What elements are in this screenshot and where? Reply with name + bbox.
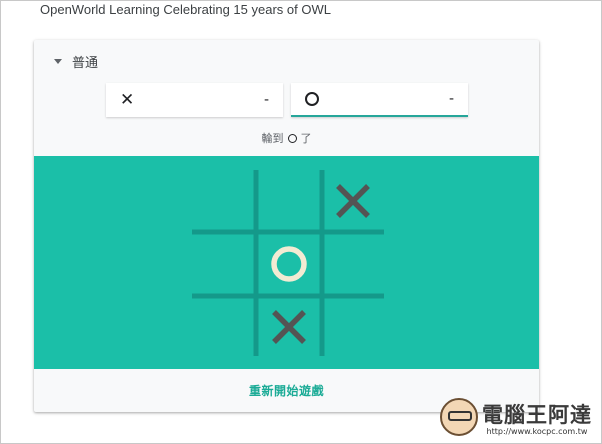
board-cell-0-2-x[interactable] <box>325 173 381 229</box>
board-cell-2-1-x[interactable] <box>261 299 317 355</box>
board-cell-2-0[interactable] <box>197 299 253 355</box>
difficulty-dropdown[interactable]: 普通 <box>54 52 99 71</box>
o-icon <box>305 92 319 106</box>
turn-prefix: 輪到 <box>261 132 284 145</box>
turn-indicator: 輪到 了 <box>34 130 539 146</box>
player-x-score: - <box>263 92 269 108</box>
turn-suffix: 了 <box>300 132 312 145</box>
game-board-area <box>34 156 539 369</box>
mascot-face-icon <box>440 398 478 436</box>
board-cell-1-0[interactable] <box>197 236 253 292</box>
player-x-score-card[interactable]: ✕ - <box>106 83 283 117</box>
watermark-url: http://www.kocpc.com.tw <box>486 426 588 436</box>
player-o-score: - <box>448 91 454 107</box>
player-o-score-card[interactable]: - <box>291 83 468 117</box>
watermark-title: 電腦王阿達 <box>482 402 592 427</box>
tic-tac-toe-card: 普通 ✕ - - 輪到 了 重新開始遊戲 <box>34 40 539 412</box>
board-cell-1-1-o[interactable] <box>261 236 317 292</box>
o-turn-icon <box>287 133 297 143</box>
caret-down-icon <box>54 58 62 64</box>
board-cell-0-1[interactable] <box>261 173 317 229</box>
restart-button[interactable]: 重新開始遊戲 <box>249 382 324 399</box>
board-cell-2-2[interactable] <box>325 299 381 355</box>
game-board[interactable] <box>34 156 539 369</box>
watermark: 電腦王阿達 http://www.kocpc.com.tw <box>440 398 592 436</box>
board-cell-1-2[interactable] <box>325 236 381 292</box>
x-icon: ✕ <box>120 90 135 110</box>
board-cell-0-0[interactable] <box>197 173 253 229</box>
difficulty-label: 普通 <box>72 55 99 71</box>
page-header: OpenWorld Learning Celebrating 15 years … <box>40 2 331 17</box>
